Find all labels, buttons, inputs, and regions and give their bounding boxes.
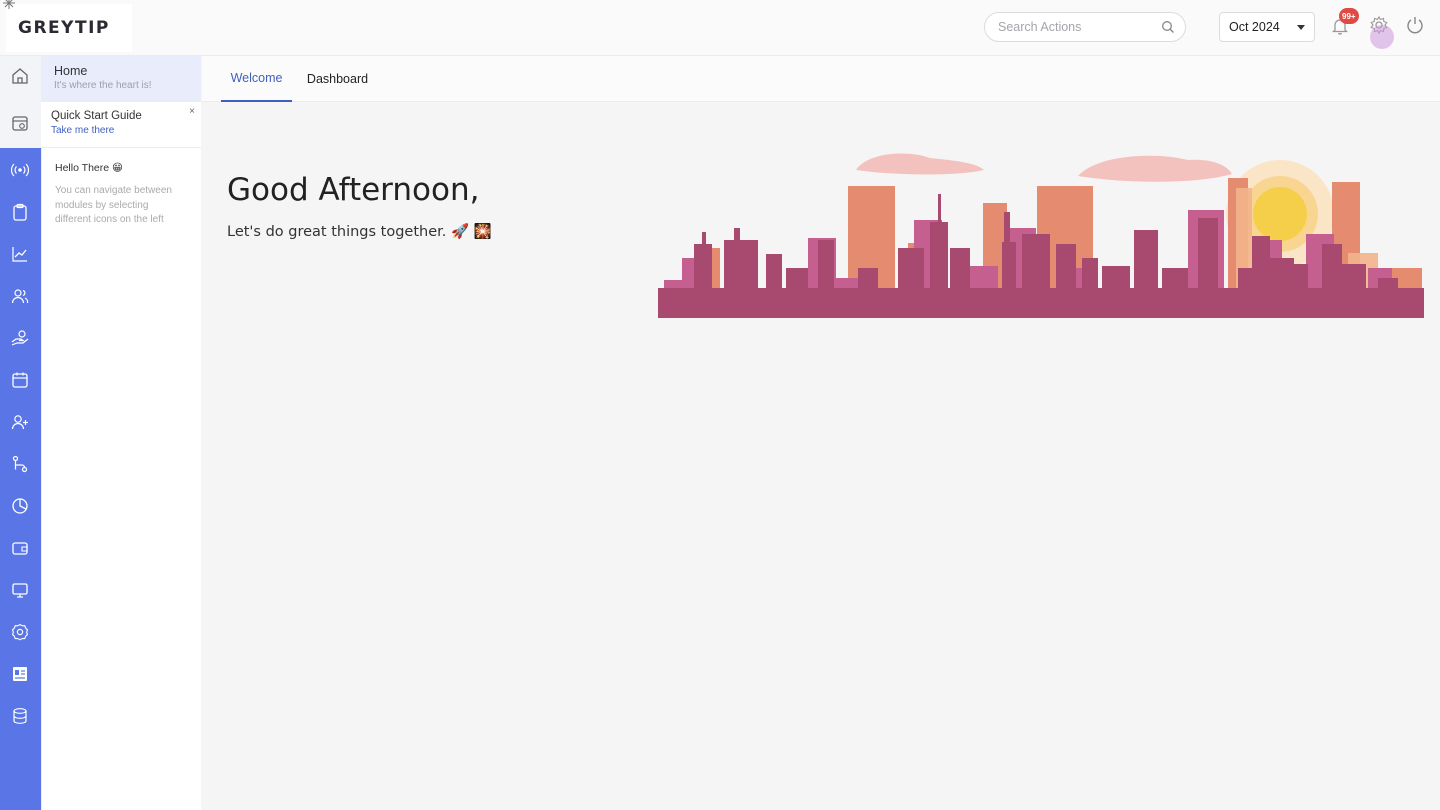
cursor-indicator bbox=[1370, 25, 1394, 49]
home-icon[interactable] bbox=[10, 66, 30, 86]
tab-welcome[interactable]: Welcome bbox=[221, 56, 292, 102]
top-bar: GREYTIP Oct 2024 99+ bbox=[0, 0, 1440, 56]
logo-text: GREYTIP bbox=[18, 18, 110, 38]
main-content: Welcome Dashboard Good Afternoon, Let's … bbox=[202, 56, 1440, 810]
user-plus-icon[interactable] bbox=[10, 412, 30, 432]
users-icon[interactable] bbox=[10, 286, 30, 306]
monitor-icon[interactable] bbox=[10, 580, 30, 600]
hello-body: You can navigate between modules by sele… bbox=[55, 185, 172, 225]
brand-logo[interactable]: GREYTIP bbox=[3, 0, 132, 52]
hand-coin-icon[interactable] bbox=[10, 328, 30, 348]
calendar-check-icon[interactable] bbox=[10, 113, 30, 133]
search-icon[interactable] bbox=[1161, 20, 1175, 34]
side-panel: Home It's where the heart is! Quick Star… bbox=[41, 56, 201, 810]
pie-chart-icon[interactable] bbox=[10, 496, 30, 516]
logo-spark-icon bbox=[3, 0, 15, 9]
trend-chart-icon[interactable] bbox=[10, 244, 30, 264]
clipboard-icon[interactable] bbox=[10, 202, 30, 222]
city-skyline-illustration bbox=[658, 153, 1424, 318]
sidebar-item-home[interactable]: Home It's where the heart is! bbox=[41, 56, 201, 102]
database-icon[interactable] bbox=[10, 706, 30, 726]
greeting-heading: Good Afternoon, bbox=[227, 172, 480, 208]
hello-title: Hello There 😁 bbox=[55, 162, 123, 174]
settings-icon[interactable] bbox=[10, 622, 30, 642]
close-icon[interactable]: × bbox=[189, 106, 195, 117]
calendar-icon[interactable] bbox=[10, 370, 30, 390]
home-title: Home bbox=[54, 64, 88, 78]
quick-start-title: Quick Start Guide bbox=[51, 110, 142, 122]
tab-bar: Welcome Dashboard bbox=[202, 56, 1440, 102]
quick-start-card: Quick Start Guide Take me there × bbox=[41, 102, 201, 148]
power-icon[interactable] bbox=[1405, 15, 1425, 35]
wallet-icon[interactable] bbox=[10, 538, 30, 558]
quick-start-link[interactable]: Take me there bbox=[51, 125, 201, 136]
chevron-down-icon bbox=[1297, 24, 1305, 30]
broadcast-icon[interactable] bbox=[10, 160, 30, 180]
search-box[interactable] bbox=[984, 12, 1186, 42]
period-select[interactable]: Oct 2024 bbox=[1219, 12, 1315, 42]
period-value: Oct 2024 bbox=[1229, 20, 1280, 34]
id-card-icon[interactable] bbox=[10, 664, 30, 684]
search-input[interactable] bbox=[998, 20, 1161, 34]
notification-badge: 99+ bbox=[1339, 8, 1359, 24]
greeting-tagline: Let's do great things together. 🚀 🎇 bbox=[227, 224, 492, 240]
hello-card: Hello There 😁 You can navigate between m… bbox=[41, 148, 201, 810]
workflow-icon[interactable] bbox=[10, 454, 30, 474]
module-rail bbox=[0, 56, 41, 810]
home-subtitle: It's where the heart is! bbox=[54, 80, 152, 91]
tab-dashboard[interactable]: Dashboard bbox=[301, 56, 374, 102]
